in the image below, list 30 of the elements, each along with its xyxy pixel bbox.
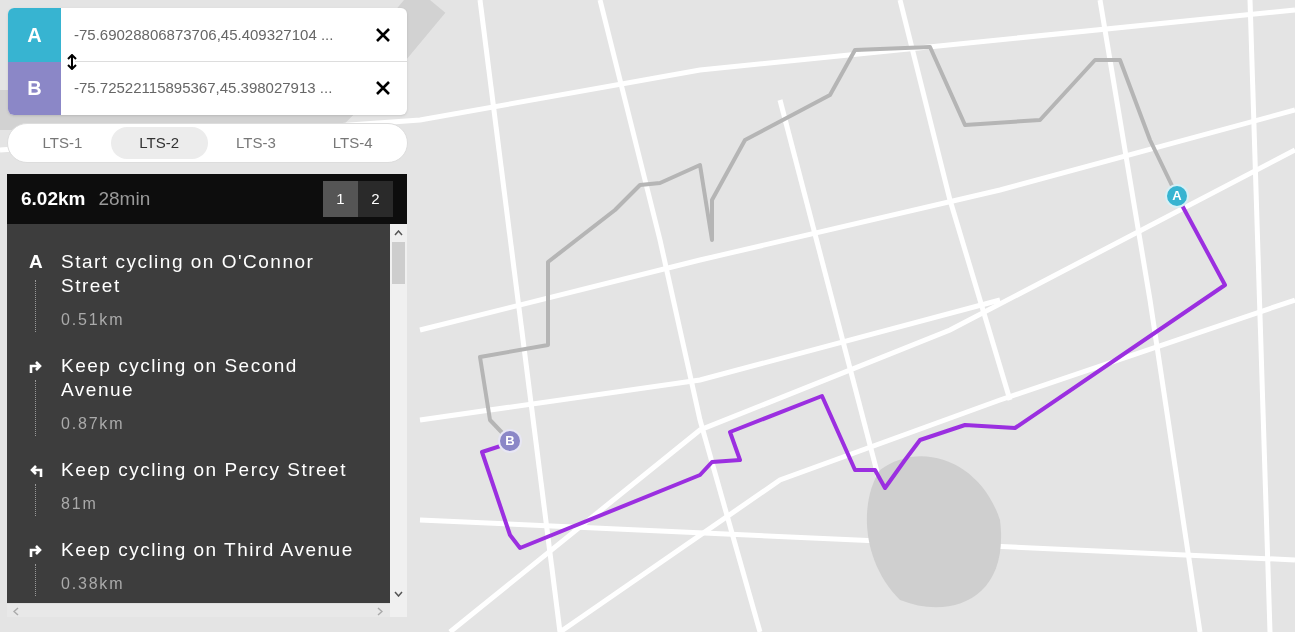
- coordinate-field[interactable]: -75.72522115895367,45.398027913 ...: [74, 77, 376, 100]
- scrollbar-thumb[interactable]: [392, 242, 405, 284]
- route-option-button[interactable]: 1: [323, 181, 358, 217]
- scroll-down-icon[interactable]: [394, 591, 403, 597]
- scroll-up-icon[interactable]: [394, 230, 403, 236]
- step-instruction: Start cycling on O'Connor Street: [61, 250, 316, 298]
- lts-tab[interactable]: LTS-3: [207, 127, 305, 159]
- step-instruction: Keep cycling on Second Avenue: [61, 354, 299, 402]
- step-instruction: Keep cycling on Third Avenue: [61, 538, 355, 562]
- waypoint-label: A: [8, 8, 61, 62]
- lts-tab[interactable]: LTS-1: [14, 127, 111, 159]
- step-distance: 0.38km: [61, 574, 126, 594]
- close-icon[interactable]: [376, 81, 390, 96]
- step-distance: 81m: [61, 494, 99, 514]
- swap-icon[interactable]: [67, 54, 77, 70]
- close-icon[interactable]: [376, 27, 390, 42]
- route-option-button[interactable]: 2: [358, 181, 393, 217]
- step-distance: 0.51km: [61, 310, 126, 330]
- turn-right-icon: [28, 542, 44, 558]
- route-distance: 6.02km: [21, 186, 86, 211]
- start-marker: A: [29, 250, 43, 274]
- step-instruction: Keep cycling on Percy Street: [61, 458, 348, 482]
- waypoint-label: B: [8, 61, 61, 115]
- lts-tab[interactable]: LTS-4: [304, 127, 401, 159]
- lts-tab[interactable]: LTS-2: [110, 127, 208, 159]
- turn-left-icon: [28, 462, 44, 478]
- route-duration: 28min: [98, 186, 152, 211]
- coordinate-field[interactable]: -75.69028806873706,45.409327104 ...: [74, 23, 376, 46]
- step-distance: 0.87km: [61, 414, 126, 434]
- turn-right-icon: [28, 358, 44, 374]
